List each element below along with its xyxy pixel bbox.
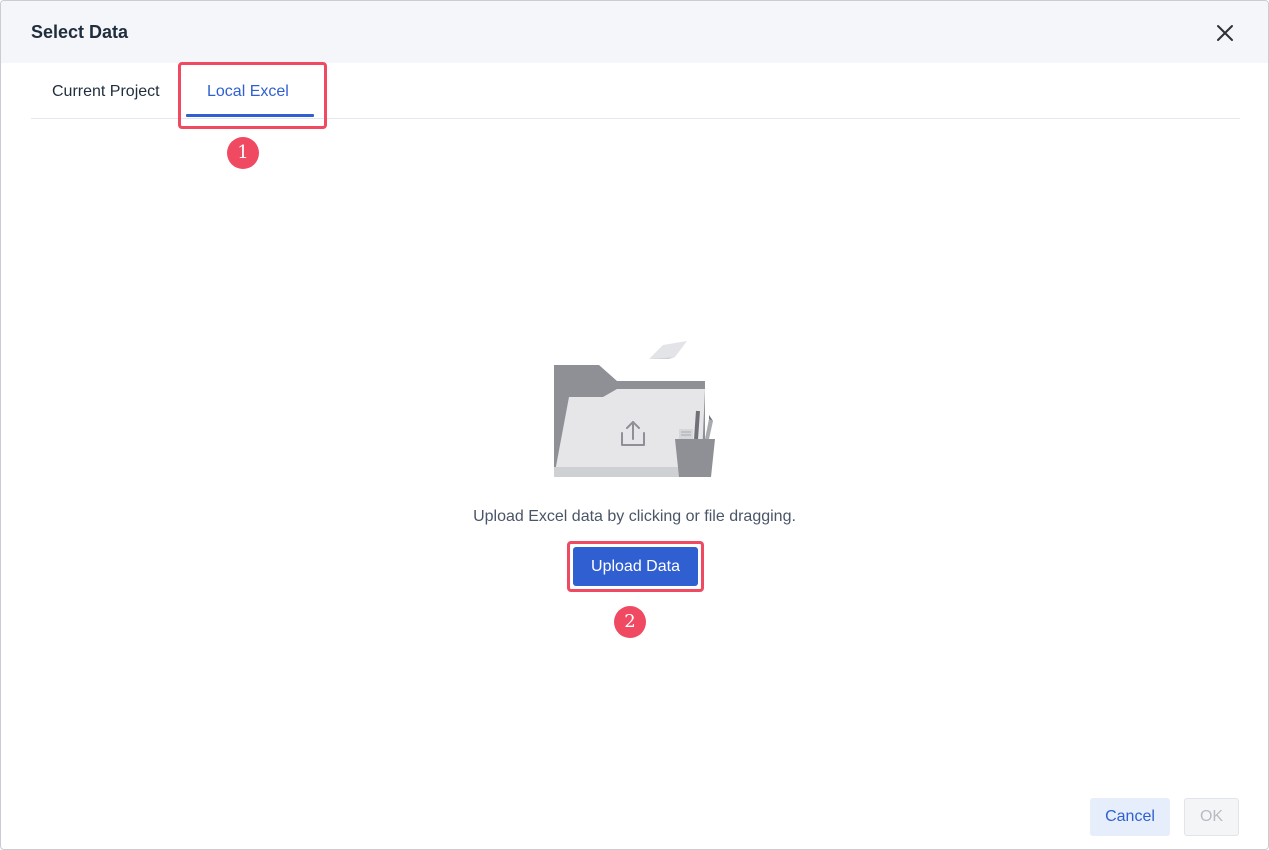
cancel-button[interactable]: Cancel <box>1090 798 1170 836</box>
highlight-local-excel-tab <box>178 62 327 129</box>
close-icon <box>1217 25 1233 41</box>
folder-upload-icon <box>551 339 721 481</box>
tab-current-project[interactable]: Current Project <box>52 83 160 101</box>
dialog-header: Select Data <box>1 1 1268 63</box>
upload-hint: Upload Excel data by clicking or file dr… <box>473 508 796 525</box>
step-badge-1: 1 <box>227 137 259 169</box>
ok-button[interactable]: OK <box>1184 798 1239 836</box>
dialog-title: Select Data <box>31 22 129 42</box>
select-data-dialog: Select Data Current Project Local Excel … <box>0 0 1269 850</box>
step-badge-2: 2 <box>614 606 646 638</box>
upload-data-button[interactable]: Upload Data <box>573 547 698 586</box>
close-button[interactable] <box>1213 21 1237 45</box>
